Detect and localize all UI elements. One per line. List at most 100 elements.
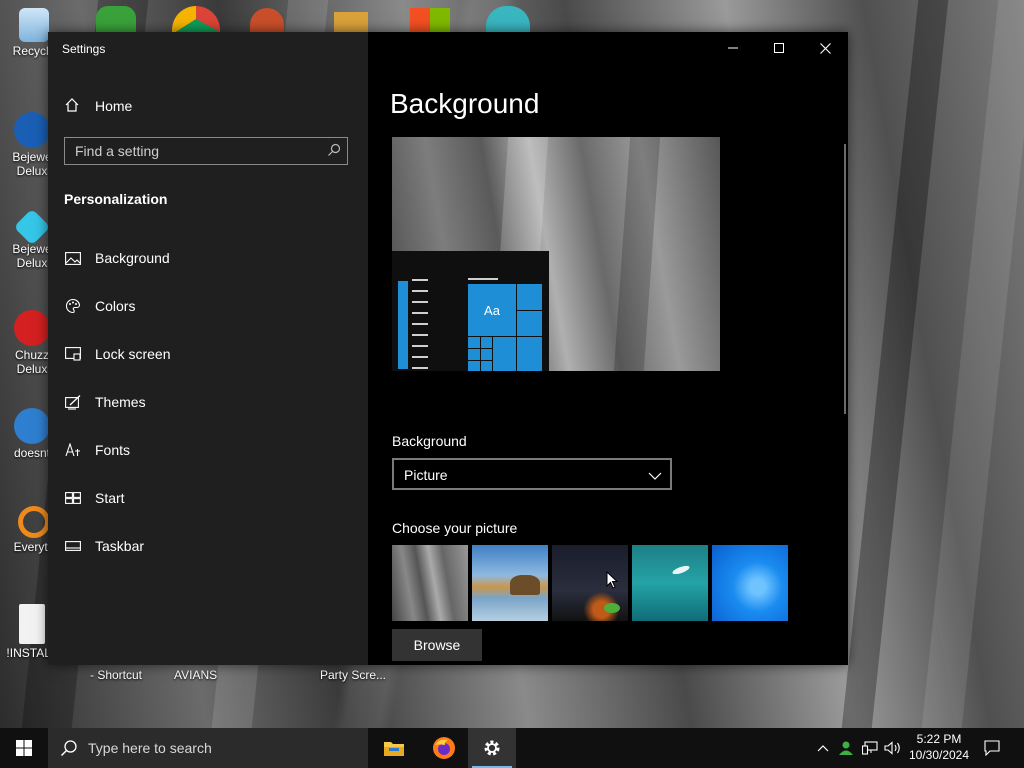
microsoft-store-icon[interactable] [410, 8, 450, 32]
avatar-app-icon[interactable] [486, 6, 530, 32]
picture-thumbnail-rock[interactable] [392, 545, 468, 621]
background-preview: Aa [392, 137, 720, 371]
picture-thumbnail-night-sky[interactable] [552, 545, 628, 621]
find-setting-search[interactable] [64, 137, 348, 165]
mouse-cursor-icon [606, 571, 618, 589]
nav-item-label: Fonts [95, 442, 131, 458]
notification-icon [984, 740, 1000, 756]
search-input[interactable] [75, 142, 315, 160]
taskbar-icon [64, 538, 82, 554]
preview-start-menu: Aa [392, 251, 549, 371]
nav-home-label: Home [95, 98, 133, 114]
tray-network[interactable] [860, 728, 880, 768]
bejeweled-icon [14, 112, 50, 148]
nav-item-label: Background [95, 250, 170, 266]
desktop-icon-label: doesnt [13, 446, 51, 460]
taskbar-settings[interactable] [468, 728, 516, 768]
clock-date: 10/30/2024 [908, 748, 970, 762]
preview-menu-header [468, 278, 498, 280]
section-title: Personalization [64, 191, 168, 207]
chevron-down-icon [648, 468, 662, 484]
taskbar-file-explorer[interactable] [370, 728, 418, 768]
search-icon[interactable] [327, 143, 341, 157]
desktop-icon-label[interactable]: Party Scre... [320, 668, 386, 682]
nav-item-label: Start [95, 490, 125, 506]
nav-item-lock-screen[interactable]: Lock screen [48, 334, 368, 374]
nav-item-start[interactable]: Start [48, 478, 368, 518]
preview-tile-text: Aa [484, 302, 500, 318]
page-title: Background [390, 88, 540, 119]
background-type-label: Background [392, 433, 467, 449]
nav-item-label: Colors [95, 298, 136, 314]
windows-logo-icon [16, 740, 32, 756]
user-icon [839, 741, 853, 755]
folder-icon [384, 742, 404, 756]
thumbnail-swimmer-shape [671, 564, 691, 576]
app-icon[interactable] [250, 8, 284, 32]
wallpaper-streak [921, 0, 1024, 728]
dropdown-value: Picture [404, 467, 448, 483]
gear-icon [484, 740, 500, 756]
chrome-icon[interactable] [172, 6, 220, 32]
desktop-icon-label[interactable]: AVIANS [174, 668, 217, 682]
nav-item-background[interactable]: Background [48, 238, 368, 278]
themes-icon [64, 394, 82, 410]
picture-icon [64, 250, 82, 266]
document-icon [19, 604, 45, 644]
nav-item-taskbar[interactable]: Taskbar [48, 526, 368, 566]
nav-item-fonts[interactable]: Fonts [48, 430, 368, 470]
preview-menu-lines [412, 279, 428, 369]
nav-item-label: Themes [95, 394, 146, 410]
settings-window: Settings Home Personalization Background [48, 32, 848, 665]
background-type-dropdown[interactable]: Picture [392, 458, 672, 490]
desktop-icon-label: Bejewe Delux [12, 150, 52, 178]
picture-thumbnail-underwater[interactable] [632, 545, 708, 621]
action-center-button[interactable] [978, 728, 1006, 768]
nav-home[interactable]: Home [64, 94, 132, 118]
browse-button[interactable]: Browse [392, 629, 482, 661]
nav-item-label: Lock screen [95, 346, 171, 362]
fonts-icon [64, 442, 82, 458]
show-hidden-icons-button[interactable] [814, 728, 832, 768]
start-icon [64, 490, 82, 506]
palette-icon [64, 298, 82, 314]
tray-volume[interactable] [882, 728, 904, 768]
content-pane: Background Aa Background Picture Choose … [368, 32, 848, 665]
choose-picture-label: Choose your picture [392, 520, 518, 536]
tray-people[interactable] [836, 728, 856, 768]
picture-thumbnail-beach[interactable] [472, 545, 548, 621]
picture-thumbnail-windows[interactable] [712, 545, 788, 621]
clock-time: 5:22 PM [916, 732, 962, 746]
speaker-icon [884, 741, 900, 755]
firefox-icon [433, 737, 455, 759]
thumbnail-rock-shape [510, 575, 540, 595]
globe-icon [14, 408, 50, 444]
network-icon [862, 741, 878, 755]
nav-item-themes[interactable]: Themes [48, 382, 368, 422]
desktop-icon-label[interactable]: - Shortcut [90, 668, 142, 682]
taskbar: Type here to search 5:22 PM 10/30/2024 [0, 728, 1024, 768]
home-icon [64, 97, 80, 116]
window-title: Settings [62, 42, 106, 56]
navigation-pane: Settings Home Personalization Background [48, 32, 368, 665]
diamond-icon [13, 208, 51, 246]
search-icon [60, 739, 78, 762]
start-button[interactable] [0, 728, 48, 768]
people-icon[interactable] [96, 6, 136, 32]
taskbar-search[interactable]: Type here to search [48, 728, 368, 768]
app-icon[interactable] [334, 12, 368, 32]
recycle-bin-icon [19, 8, 49, 42]
taskbar-clock[interactable]: 5:22 PM 10/30/2024 [906, 731, 972, 763]
desktop-icon-label: Chuzz Delux [14, 348, 49, 376]
desktop-icon-label: Bejewe Delux [12, 242, 52, 270]
scrollbar[interactable] [844, 144, 846, 414]
preview-start-strip [398, 281, 408, 369]
nav-item-label: Taskbar [95, 538, 145, 554]
preview-streak [613, 137, 661, 371]
nav-item-colors[interactable]: Colors [48, 286, 368, 326]
chuzzle-icon [14, 310, 50, 346]
preview-tiles: Aa [468, 284, 542, 371]
lock-screen-icon [64, 346, 82, 362]
taskbar-firefox[interactable] [420, 728, 468, 768]
search-app-icon [18, 506, 50, 538]
